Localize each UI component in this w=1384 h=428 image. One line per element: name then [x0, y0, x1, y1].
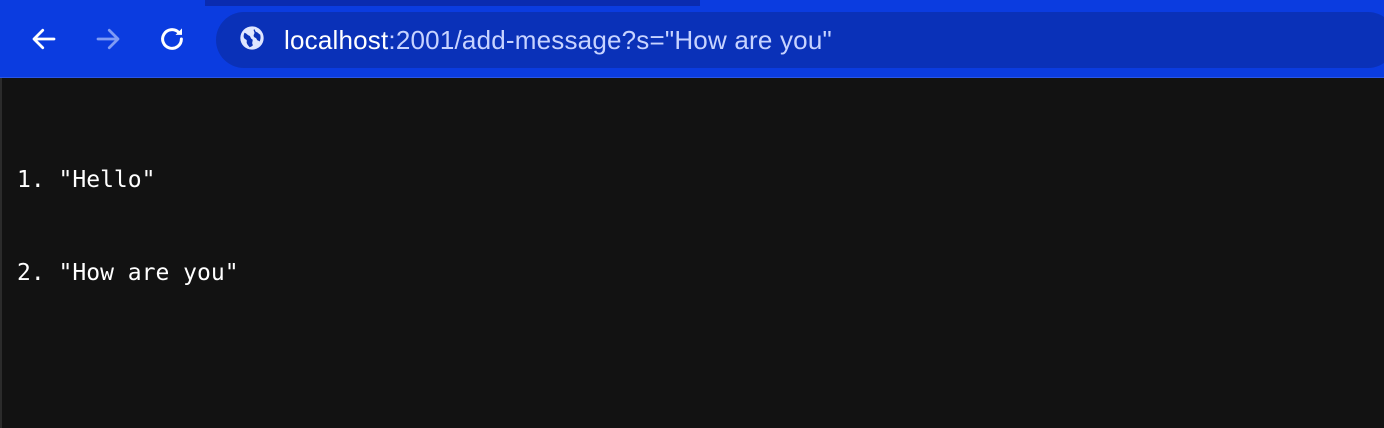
tab-strip — [0, 0, 1384, 6]
reload-button[interactable] — [152, 19, 192, 59]
back-button[interactable] — [24, 19, 64, 59]
arrow-left-icon — [29, 24, 59, 54]
tab-other[interactable] — [700, 0, 1384, 6]
url-path: :2001/add-message?s="How are you" — [388, 25, 832, 55]
site-info-button[interactable] — [238, 24, 266, 57]
reload-icon — [157, 24, 187, 54]
page-content: 1. "Hello" 2. "How are you" — [0, 78, 1384, 428]
address-bar[interactable]: localhost:2001/add-message?s="How are yo… — [216, 12, 1384, 68]
arrow-right-icon — [93, 24, 123, 54]
url-text[interactable]: localhost:2001/add-message?s="How are yo… — [284, 25, 832, 55]
browser-toolbar: localhost:2001/add-message?s="How are yo… — [0, 0, 1384, 78]
forward-button[interactable] — [88, 19, 128, 59]
globe-icon — [238, 24, 266, 57]
tab-active[interactable] — [0, 0, 205, 6]
list-item: 2. "How are you" — [17, 260, 239, 286]
url-host: localhost — [284, 25, 389, 55]
list-item: 1. "Hello" — [17, 167, 156, 193]
message-list: 1. "Hello" 2. "How are you" — [17, 103, 239, 351]
